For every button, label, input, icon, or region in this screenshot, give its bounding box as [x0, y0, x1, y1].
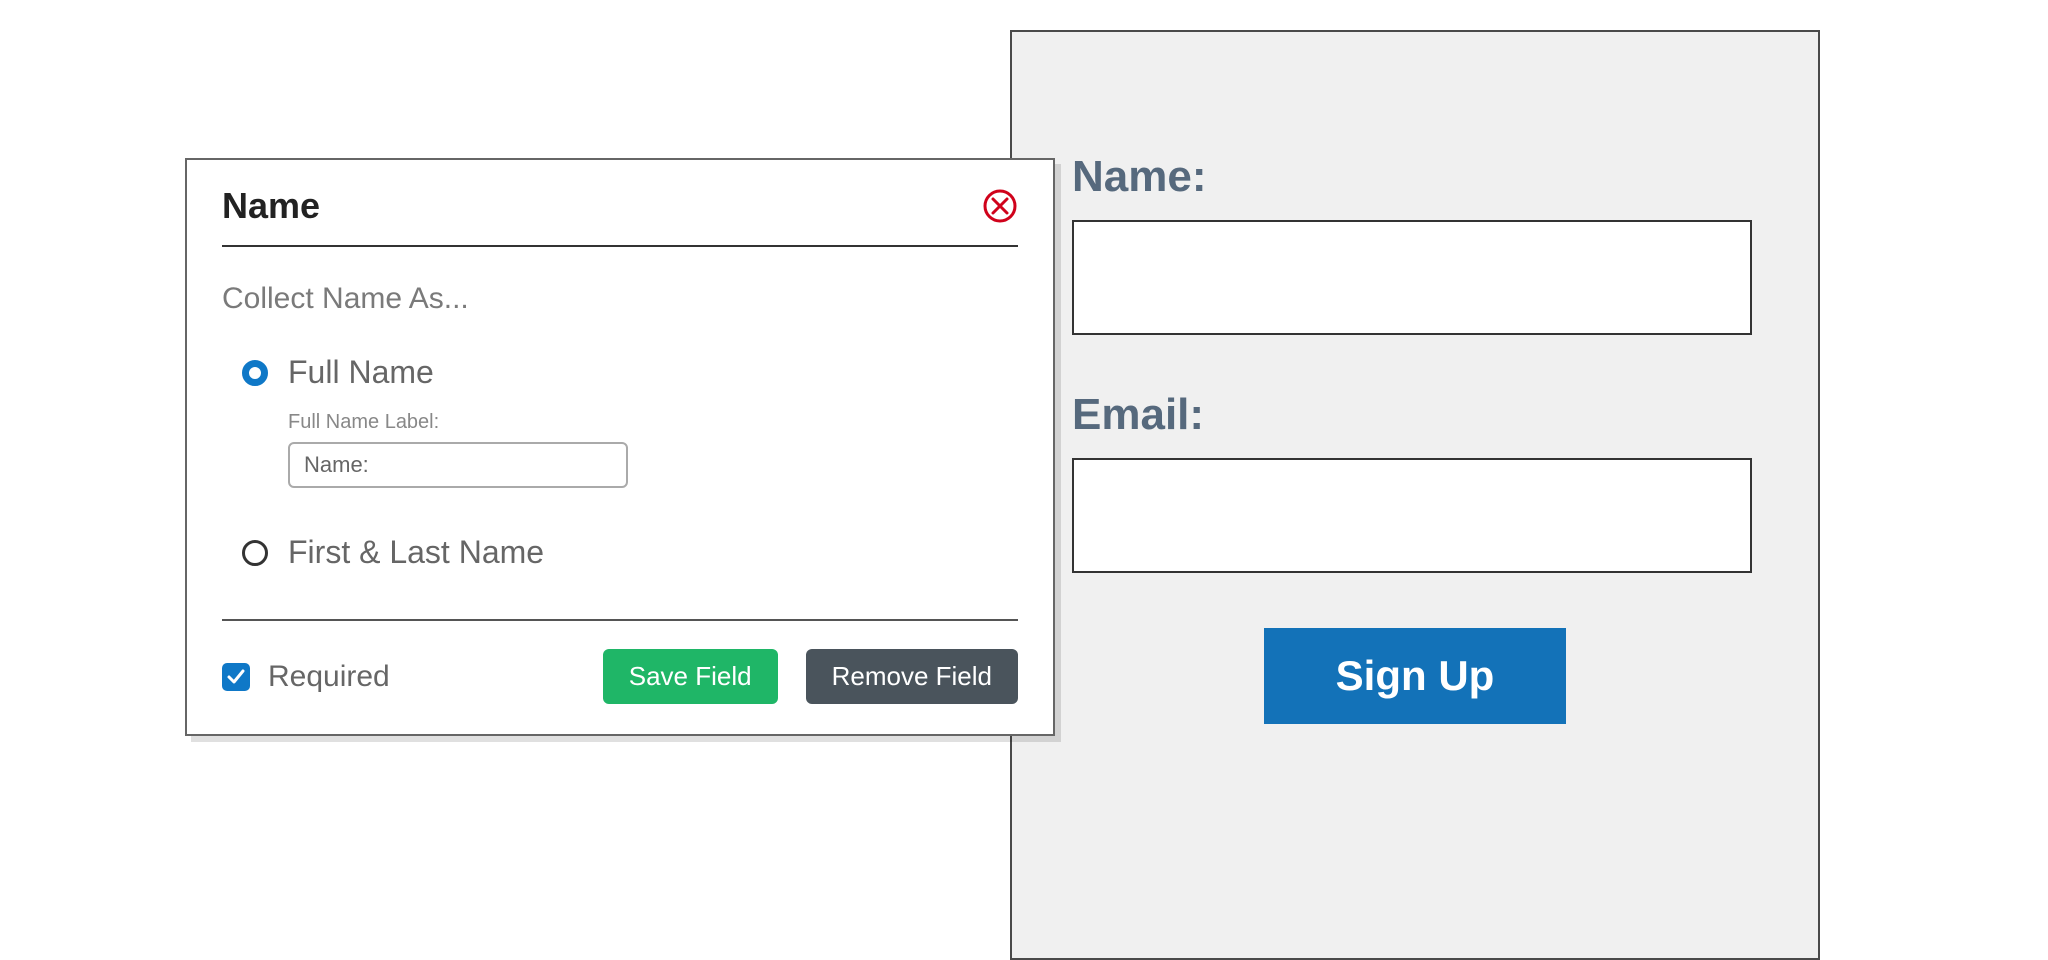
field-editor-modal: Name Collect Name As... Full Name Full N… — [185, 158, 1055, 736]
checkbox-checked-icon — [222, 663, 250, 691]
full-name-label-input[interactable] — [288, 442, 628, 488]
preview-name-label: Name: — [1072, 152, 1758, 202]
radio-first-last-label: First & Last Name — [288, 534, 544, 571]
collect-name-as-label: Collect Name As... — [222, 282, 1018, 316]
signup-button[interactable]: Sign Up — [1264, 628, 1567, 724]
modal-header: Name — [222, 185, 1018, 247]
required-checkbox-wrap[interactable]: Required — [222, 660, 390, 694]
collect-name-radio-group: Full Name Full Name Label: First & Last … — [222, 354, 1018, 621]
preview-email-label: Email: — [1072, 390, 1758, 440]
preview-name-input[interactable] — [1072, 220, 1752, 335]
radio-first-last-name[interactable]: First & Last Name — [242, 534, 1018, 571]
radio-full-name[interactable]: Full Name — [242, 354, 1018, 391]
close-icon[interactable] — [982, 188, 1018, 224]
form-preview-panel: Name: Email: Sign Up — [1010, 30, 1820, 960]
full-name-label-caption: Full Name Label: — [288, 411, 1018, 434]
preview-email-input[interactable] — [1072, 458, 1752, 573]
full-name-label-config: Full Name Label: — [288, 411, 1018, 488]
preview-field-name: Name: — [1072, 152, 1758, 335]
save-field-button[interactable]: Save Field — [603, 649, 778, 704]
radio-selected-icon — [242, 360, 268, 386]
required-label: Required — [268, 660, 390, 694]
radio-unselected-icon — [242, 540, 268, 566]
radio-full-name-label: Full Name — [288, 354, 434, 391]
preview-field-email: Email: — [1072, 390, 1758, 573]
modal-footer: Required Save Field Remove Field — [222, 649, 1018, 704]
modal-title: Name — [222, 185, 320, 227]
remove-field-button[interactable]: Remove Field — [806, 649, 1018, 704]
